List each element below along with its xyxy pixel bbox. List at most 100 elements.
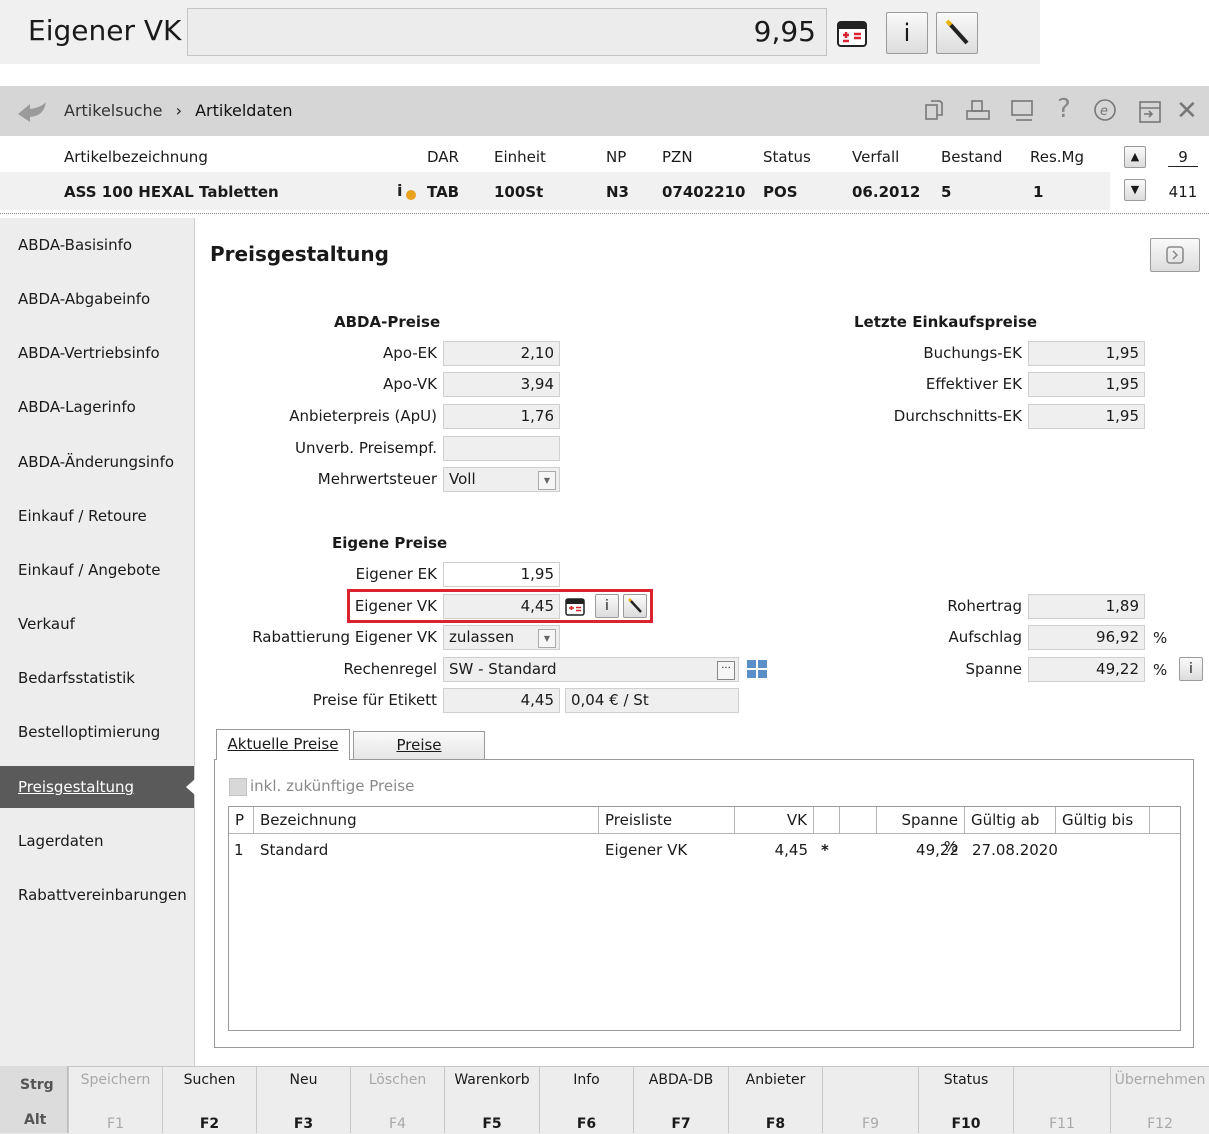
vk-info-button[interactable]: i bbox=[595, 594, 619, 618]
eigener-vk-label: Eigener VK bbox=[354, 597, 437, 615]
top-edit-button[interactable] bbox=[936, 12, 978, 54]
fkey-f7[interactable]: ABDA-DB F7 bbox=[633, 1066, 728, 1133]
apo-vk-label: Apo-VK bbox=[383, 375, 437, 393]
close-icon[interactable]: ✕ bbox=[1176, 96, 1198, 126]
etikett-unit-field: 0,04 € / St bbox=[565, 688, 739, 713]
sidebar-item-verkauf[interactable]: Verkauf bbox=[0, 597, 194, 651]
spanne-percent: % bbox=[1153, 661, 1168, 679]
scroll-down-button[interactable]: ▼ bbox=[1124, 179, 1146, 201]
scroll-up-button[interactable]: ▲ bbox=[1124, 146, 1146, 168]
th-p: P bbox=[229, 807, 254, 834]
th-spanne: Spanne % bbox=[877, 807, 965, 856]
collapse-button[interactable] bbox=[1150, 238, 1200, 272]
fkey-f9[interactable]: F9 bbox=[822, 1066, 918, 1133]
buchungs-ek-field[interactable]: 1,95 bbox=[1028, 341, 1145, 366]
fkey-f12[interactable]: Übernehmen F12 bbox=[1110, 1066, 1209, 1133]
export-icon[interactable] bbox=[1138, 100, 1162, 124]
fkey-f6[interactable]: Info F6 bbox=[539, 1066, 633, 1133]
sidebar-item-bestelloptimierung[interactable]: Bestelloptimierung bbox=[0, 705, 194, 759]
fkey-f11-key: F11 bbox=[1049, 1116, 1075, 1132]
vk-edit-button[interactable] bbox=[623, 594, 647, 618]
col-dar: DAR bbox=[427, 148, 459, 166]
mwst-select[interactable]: Voll ▼ bbox=[443, 467, 560, 492]
fkey-f2-label: Suchen bbox=[183, 1072, 236, 1088]
modifier-alt: Alt bbox=[24, 1112, 47, 1128]
apu-field[interactable]: 1,76 bbox=[443, 404, 560, 429]
calculator-icon[interactable] bbox=[836, 18, 868, 50]
monitor-icon[interactable] bbox=[1010, 99, 1036, 123]
fkey-f10[interactable]: Status F10 bbox=[918, 1066, 1013, 1133]
rabatt-label: Rabattierung Eigener VK bbox=[252, 628, 437, 646]
col-resmg: Res.Mg bbox=[1030, 148, 1085, 166]
eigener-vk-field[interactable]: 4,45 bbox=[443, 594, 560, 619]
cell-preisliste: Eigener VK bbox=[605, 841, 688, 859]
fkey-f9-key: F9 bbox=[862, 1116, 879, 1132]
fkey-f10-label: Status bbox=[943, 1072, 989, 1088]
sidebar-item-bedarfsstatistik[interactable]: Bedarfsstatistik bbox=[0, 651, 194, 705]
vk-calculator-icon[interactable] bbox=[565, 597, 585, 617]
fkey-f5[interactable]: Warenkorb F5 bbox=[444, 1066, 539, 1133]
effektiv-ek-field[interactable]: 1,95 bbox=[1028, 372, 1145, 397]
rechenregel-value: SW - Standard bbox=[449, 660, 557, 678]
help-icon[interactable]: ? bbox=[1057, 94, 1071, 124]
cell-gueltig-ab: 27.08.2020 bbox=[972, 841, 1058, 859]
fkey-f2[interactable]: Suchen F2 bbox=[162, 1066, 256, 1133]
aufschlag-field[interactable]: 96,92 bbox=[1028, 625, 1145, 650]
sidebar-item-abda-lagerinfo[interactable]: ABDA-Lagerinfo bbox=[0, 380, 194, 434]
rabatt-select[interactable]: zulassen ▼ bbox=[443, 625, 560, 650]
fkey-f4[interactable]: Löschen F4 bbox=[350, 1066, 444, 1133]
sidebar-item-abda-basisinfo[interactable]: ABDA-Basisinfo bbox=[0, 218, 194, 272]
pen-icon bbox=[945, 19, 969, 45]
apo-ek-field[interactable]: 2,10 bbox=[443, 341, 560, 366]
fkey-f3-key: F3 bbox=[293, 1116, 314, 1132]
sidebar-item-abda-aenderungsinfo[interactable]: ABDA-Änderungsinfo bbox=[0, 435, 194, 489]
breadcrumb-artikelsuche[interactable]: Artikelsuche bbox=[64, 101, 162, 120]
top-vk-field[interactable]: 9,95 bbox=[187, 8, 827, 56]
sidebar-item-einkauf-angebote[interactable]: Einkauf / Angebote bbox=[0, 543, 194, 597]
eigene-preise-heading: Eigene Preise bbox=[332, 534, 448, 552]
eigener-ek-label: Eigener EK bbox=[355, 565, 437, 583]
article-status: POS bbox=[763, 183, 798, 201]
durchschnitt-ek-field[interactable]: 1,95 bbox=[1028, 404, 1145, 429]
uvp-field[interactable] bbox=[443, 436, 560, 461]
cell-spanne: 49,22 bbox=[916, 841, 959, 859]
print-icon[interactable] bbox=[965, 99, 991, 123]
sidebar-item-abda-abgabeinfo[interactable]: ABDA-Abgabeinfo bbox=[0, 272, 194, 326]
rechenregel-field[interactable]: SW - Standard ··· bbox=[443, 657, 739, 682]
effektiv-ek-label: Effektiver EK bbox=[925, 375, 1022, 393]
ellipsis-button[interactable]: ··· bbox=[717, 661, 735, 680]
article-info-icon[interactable]: i bbox=[395, 180, 419, 202]
tab-preise[interactable]: Preise bbox=[353, 731, 485, 759]
svg-text:e: e bbox=[1100, 104, 1108, 119]
eigener-ek-field[interactable]: 1,95 bbox=[443, 562, 560, 587]
future-prices-checkbox[interactable] bbox=[229, 778, 247, 796]
letzte-ek-heading: Letzte Einkaufspreise bbox=[854, 313, 1038, 331]
sidebar-item-rabattvereinbarungen[interactable]: Rabattvereinbarungen bbox=[0, 868, 194, 922]
sidebar-item-preisgestaltung[interactable]: Preisgestaltung bbox=[0, 766, 194, 808]
spanne-info-button[interactable]: i bbox=[1179, 657, 1203, 681]
fkey-f8[interactable]: Anbieter F8 bbox=[728, 1066, 822, 1133]
col-pzn: PZN bbox=[662, 148, 693, 166]
article-einheit: 100St bbox=[494, 183, 544, 201]
counter-current: 9 bbox=[1168, 148, 1198, 167]
etikett-field[interactable]: 4,45 bbox=[443, 688, 560, 713]
e-icon[interactable]: e bbox=[1093, 98, 1117, 122]
top-info-button[interactable]: i bbox=[886, 12, 928, 54]
col-artikelbezeichnung: Artikelbezeichnung bbox=[64, 148, 208, 166]
page-title: Preisgestaltung bbox=[210, 242, 389, 266]
sidebar-item-lagerdaten[interactable]: Lagerdaten bbox=[0, 814, 194, 868]
tab-aktuelle-preise[interactable]: Aktuelle Preise bbox=[216, 729, 350, 760]
fkey-f3[interactable]: Neu F3 bbox=[256, 1066, 350, 1133]
sidebar-item-einkauf-retoure[interactable]: Einkauf / Retoure bbox=[0, 489, 194, 543]
spanne-field[interactable]: 49,22 bbox=[1028, 657, 1145, 682]
copy-icon[interactable] bbox=[922, 99, 946, 123]
breadcrumb-artikeldaten: Artikeldaten bbox=[195, 101, 293, 120]
sidebar-item-abda-vertriebsinfo[interactable]: ABDA-Vertriebsinfo bbox=[0, 326, 194, 380]
grid-icon[interactable] bbox=[745, 658, 769, 680]
apo-vk-field[interactable]: 3,94 bbox=[443, 372, 560, 397]
future-prices-label: inkl. zukünftige Preise bbox=[250, 777, 415, 795]
fkey-f7-key: F7 bbox=[671, 1116, 691, 1132]
fkey-f1[interactable]: Speichern F1 bbox=[68, 1066, 162, 1133]
back-arrow-icon[interactable] bbox=[16, 98, 48, 124]
fkey-f11[interactable]: F11 bbox=[1013, 1066, 1110, 1133]
